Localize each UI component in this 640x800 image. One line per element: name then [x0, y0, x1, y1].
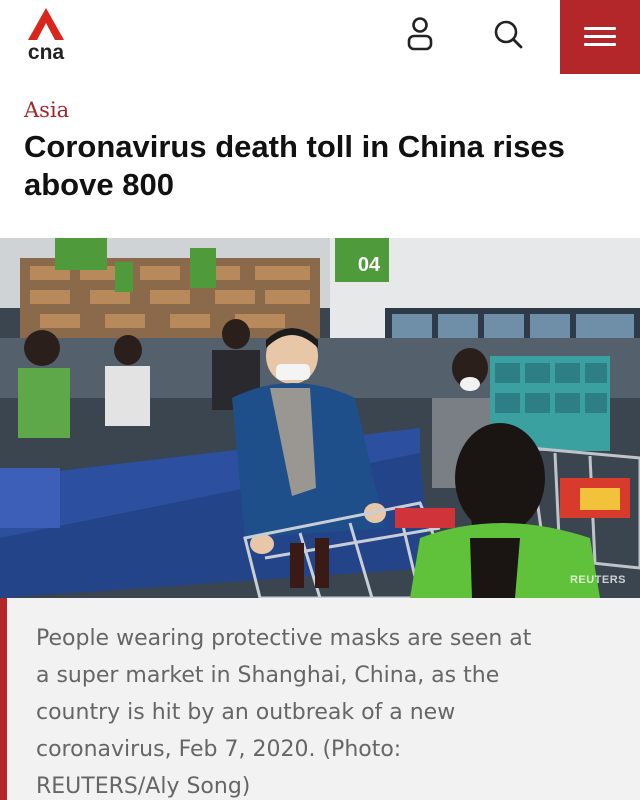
- aisle-sign: 04: [358, 254, 381, 276]
- user-icon: [407, 17, 433, 51]
- search-icon: [494, 20, 523, 49]
- cna-logo[interactable]: cna: [22, 6, 70, 62]
- section-label[interactable]: Asia: [24, 98, 69, 122]
- hamburger-menu-icon: [584, 27, 616, 30]
- top-nav-bar: cna: [0, 0, 640, 74]
- hamburger-bar: [584, 43, 616, 46]
- photo-caption: People wearing protective masks are seen…: [36, 626, 532, 799]
- article-headline: Coronavirus death toll in China rises ab…: [24, 129, 565, 202]
- caption-accent-bar: [0, 598, 7, 800]
- user-button[interactable]: [400, 14, 440, 54]
- menu-button[interactable]: [560, 0, 640, 74]
- photo-caption-box: People wearing protective masks are seen…: [0, 598, 640, 800]
- hamburger-bar: [584, 35, 616, 38]
- brand-wordmark: cna: [28, 41, 65, 62]
- search-button[interactable]: [488, 14, 528, 54]
- photo-watermark: REUTERS: [569, 574, 626, 586]
- article-photo: 04 REUTERS: [0, 238, 640, 598]
